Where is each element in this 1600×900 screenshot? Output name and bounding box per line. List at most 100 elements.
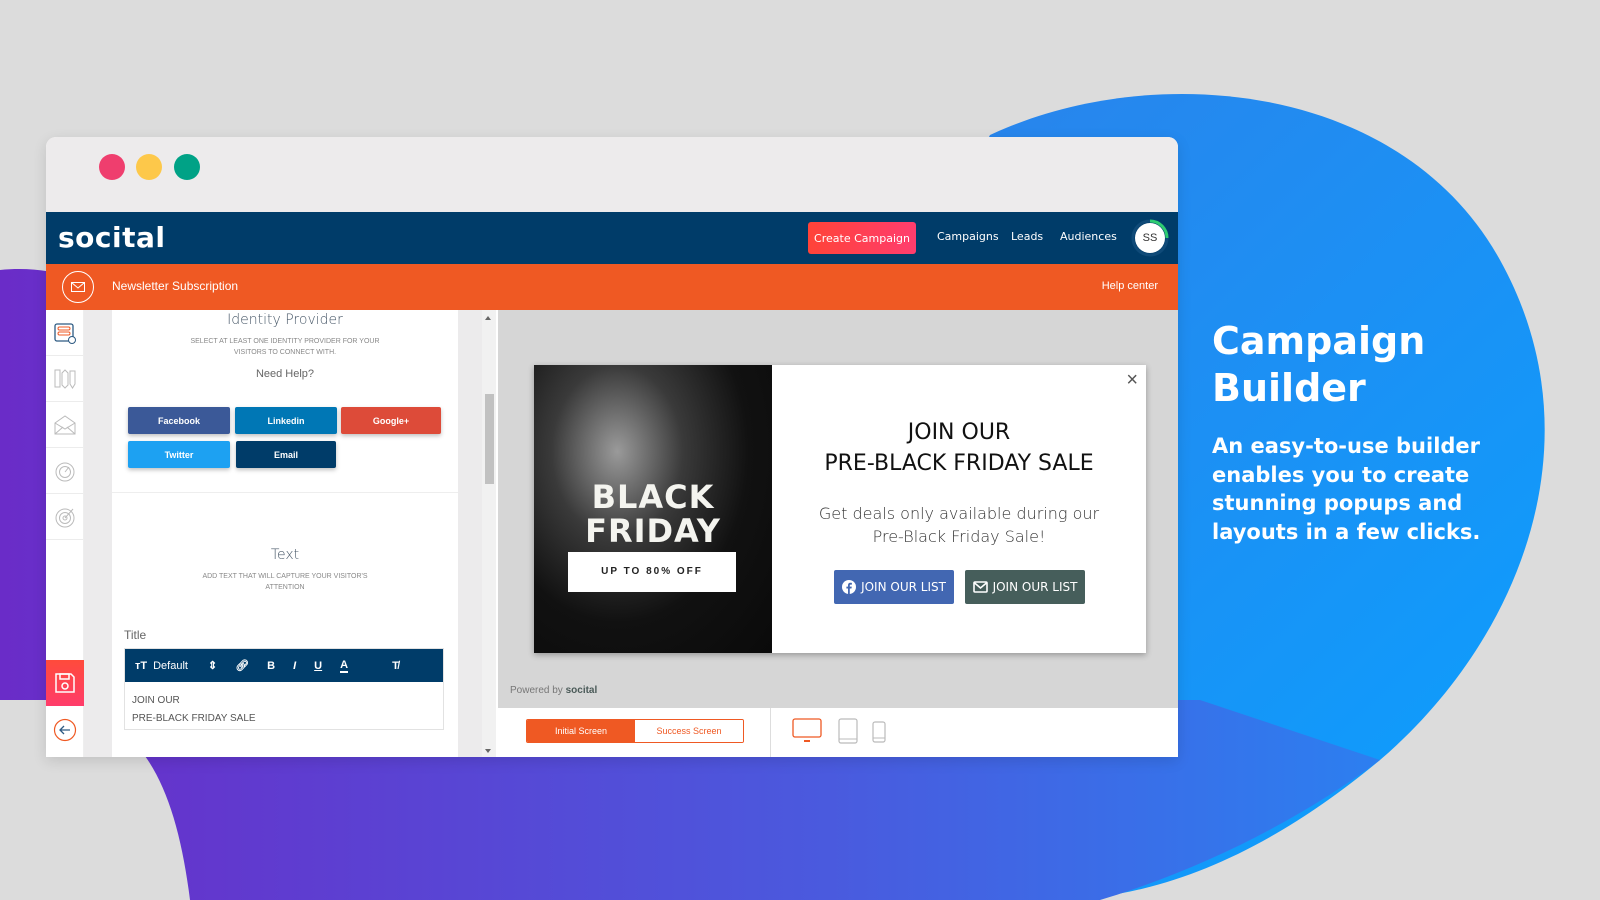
save-icon <box>55 673 75 693</box>
settings-panel: Identity Provider SELECT AT LEAST ONE ID… <box>112 310 458 757</box>
popup-headline-line1: JOIN OUR <box>907 420 1011 445</box>
powered-by-label: Powered by socital <box>510 685 597 696</box>
back-arrow-icon <box>53 718 77 742</box>
close-icon[interactable]: × <box>1126 369 1138 392</box>
campaign-subbar: Newsletter Subscription Help center <box>46 264 1178 310</box>
scrollbar-thumb[interactable] <box>485 394 494 484</box>
title-field-label: Title <box>124 628 147 642</box>
join-facebook-label: JOIN OUR LIST <box>861 580 946 594</box>
join-email-label: JOIN OUR LIST <box>992 580 1078 594</box>
identity-section: Identity Provider SELECT AT LEAST ONE ID… <box>112 312 458 380</box>
popup-subtext: Get deals only available during our Pre-… <box>772 502 1146 548</box>
image-headline: BLACK FRIDAY <box>534 480 772 548</box>
screen-toggle: Initial Screen Success Screen <box>526 719 744 743</box>
facebook-icon <box>842 580 857 594</box>
powered-by-brand: socital <box>565 685 598 696</box>
image-headline-line2: FRIDAY <box>585 512 721 550</box>
maximize-window-button[interactable] <box>174 154 200 180</box>
mobile-device-icon[interactable] <box>872 721 886 743</box>
font-size-select[interactable]: Default <box>153 660 188 672</box>
initial-screen-tab[interactable]: Initial Screen <box>527 720 635 742</box>
provider-email-button[interactable]: Email <box>236 441 336 468</box>
scroll-up-arrow-icon[interactable] <box>485 316 491 320</box>
panel-scrollbar[interactable] <box>482 310 496 757</box>
text-section: Text ADD TEXT THAT WILL CAPTURE YOUR VIS… <box>112 547 458 593</box>
left-rail <box>46 310 84 757</box>
link-icon[interactable]: 🔗︎ <box>235 659 249 672</box>
help-center-link[interactable]: Help center <box>1102 280 1158 292</box>
select-arrows-icon[interactable]: ⇕ <box>208 659 217 672</box>
promo-description: An easy-to-use builder enables you to cr… <box>1212 434 1481 544</box>
title-editor-content[interactable]: JOIN OUR PRE-BLACK FRIDAY SALE <box>125 682 443 738</box>
provider-linkedin-button[interactable]: Linkedin <box>235 407 337 434</box>
rail-item-timer[interactable] <box>46 448 83 494</box>
nav-audiences[interactable]: Audiences <box>1060 230 1117 243</box>
text-section-title: Text <box>270 547 300 563</box>
text-section-description: ADD TEXT THAT WILL CAPTURE YOUR VISITOR'… <box>202 573 368 591</box>
text-color-button[interactable]: A <box>340 659 349 673</box>
user-avatar[interactable]: SS <box>1135 223 1165 253</box>
need-help-link[interactable]: Need Help? <box>112 368 458 380</box>
target-icon <box>55 508 74 527</box>
rail-item-design[interactable] <box>46 356 83 402</box>
join-facebook-button[interactable]: JOIN OUR LIST <box>834 570 954 604</box>
success-screen-tab[interactable]: Success Screen <box>635 720 743 742</box>
rail-item-form[interactable] <box>46 310 83 356</box>
title-rich-text-editor: ᴛT Default ⇕ 🔗︎ B I U A T̸ JOIN OUR PRE-… <box>124 648 444 730</box>
powered-by-prefix: Powered by <box>510 685 563 696</box>
popup-subtext-line1: Get deals only available during our <box>818 504 1100 523</box>
join-email-button[interactable]: JOIN OUR LIST <box>965 570 1085 604</box>
nav-campaigns[interactable]: Campaigns <box>937 230 999 243</box>
nav-leads[interactable]: Leads <box>1011 230 1043 243</box>
provider-twitter-button[interactable]: Twitter <box>128 441 230 468</box>
bold-button[interactable]: B <box>267 660 275 672</box>
panel-gutter-left <box>84 310 112 757</box>
title-value-line1: JOIN OUR <box>132 695 180 706</box>
socital-logo[interactable]: socital <box>58 221 165 254</box>
popup-preview-canvas: BLACK FRIDAY UP TO 80% OFF × JOIN OUR PR… <box>498 310 1178 708</box>
popup-subtext-line2: Pre-Black Friday Sale! <box>872 527 1046 546</box>
section-divider <box>112 492 458 493</box>
preview-bottom-bar: Initial Screen Success Screen <box>498 708 1178 757</box>
discount-tag: UP TO 80% OFF <box>568 552 736 592</box>
popup-preview: BLACK FRIDAY UP TO 80% OFF × JOIN OUR PR… <box>534 365 1146 653</box>
desktop-device-icon[interactable] <box>792 718 822 744</box>
provider-google-button[interactable]: Google+ <box>341 407 441 434</box>
underline-button[interactable]: U <box>314 660 322 672</box>
top-navigation: socital Create Campaign Campaigns Leads … <box>46 212 1178 264</box>
tablet-device-icon[interactable] <box>838 718 858 744</box>
email-icon <box>54 414 75 434</box>
identity-title: Identity Provider <box>227 312 343 328</box>
app-window: socital Create Campaign Campaigns Leads … <box>46 137 1178 757</box>
minimize-window-button[interactable] <box>136 154 162 180</box>
editor-toolbar: ᴛT Default ⇕ 🔗︎ B I U A T̸ <box>125 649 443 682</box>
black-friday-image: BLACK FRIDAY UP TO 80% OFF <box>534 365 772 653</box>
form-settings-icon <box>53 322 76 344</box>
italic-button[interactable]: I <box>293 660 296 672</box>
rail-item-target[interactable] <box>46 494 83 540</box>
promo-title: Campaign Builder <box>1212 318 1425 412</box>
bottom-bar-divider <box>770 708 771 757</box>
scroll-down-arrow-icon[interactable] <box>485 749 491 753</box>
title-value-line2: PRE-BLACK FRIDAY SALE <box>132 713 256 724</box>
image-headline-line1: BLACK <box>591 478 715 516</box>
provider-facebook-button[interactable]: Facebook <box>128 407 230 434</box>
popup-headline: JOIN OUR PRE-BLACK FRIDAY SALE <box>772 417 1146 479</box>
back-button[interactable] <box>46 710 84 750</box>
clear-format-icon[interactable]: T̸ <box>392 660 399 672</box>
campaign-type-title: Newsletter Subscription <box>112 279 239 293</box>
create-campaign-button[interactable]: Create Campaign <box>808 222 916 254</box>
font-size-icon[interactable]: ᴛT <box>135 660 147 672</box>
window-titlebar <box>46 137 1178 212</box>
rail-item-email[interactable] <box>46 402 83 448</box>
panel-gutter-right <box>458 310 482 757</box>
design-tools-icon <box>54 368 75 389</box>
close-window-button[interactable] <box>99 154 125 180</box>
promo-title-line2: Builder <box>1212 366 1366 410</box>
envelope-icon <box>972 581 988 593</box>
promo-title-line1: Campaign <box>1212 319 1426 363</box>
envelope-icon <box>62 271 94 303</box>
timer-icon <box>55 462 74 481</box>
save-button[interactable] <box>46 660 84 706</box>
identity-description: SELECT AT LEAST ONE IDENTITY PROVIDER FO… <box>190 338 380 356</box>
